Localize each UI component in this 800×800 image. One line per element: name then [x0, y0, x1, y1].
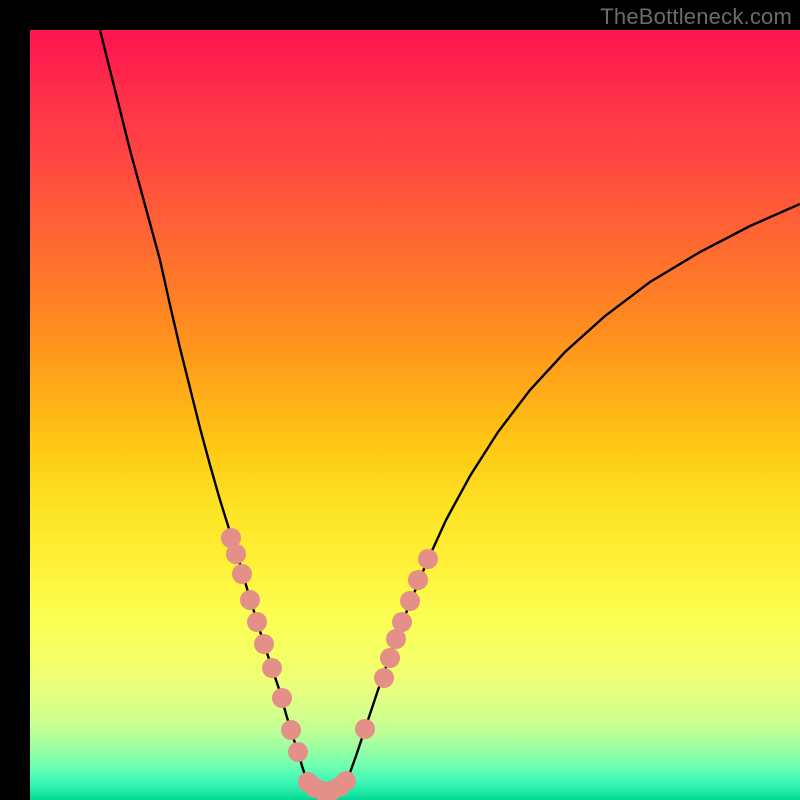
chart-svg [30, 30, 800, 800]
data-dot [247, 612, 267, 632]
watermark-text: TheBottleneck.com [600, 4, 792, 30]
chart-frame: TheBottleneck.com [0, 0, 800, 800]
data-dot [254, 634, 274, 654]
plot-area [30, 30, 800, 800]
data-dot [262, 658, 282, 678]
data-dot [281, 720, 301, 740]
data-dot [336, 771, 356, 791]
bottleneck-curve [100, 30, 800, 791]
data-dots [221, 528, 438, 800]
data-dot [380, 648, 400, 668]
data-dot [386, 629, 406, 649]
data-dot [355, 719, 375, 739]
data-dot [226, 544, 246, 564]
data-dot [400, 591, 420, 611]
data-dot [408, 570, 428, 590]
data-dot [272, 688, 292, 708]
data-dot [232, 564, 252, 584]
data-dot [288, 742, 308, 762]
data-dot [418, 549, 438, 569]
data-dot [240, 590, 260, 610]
data-dot [374, 668, 394, 688]
data-dot [392, 612, 412, 632]
